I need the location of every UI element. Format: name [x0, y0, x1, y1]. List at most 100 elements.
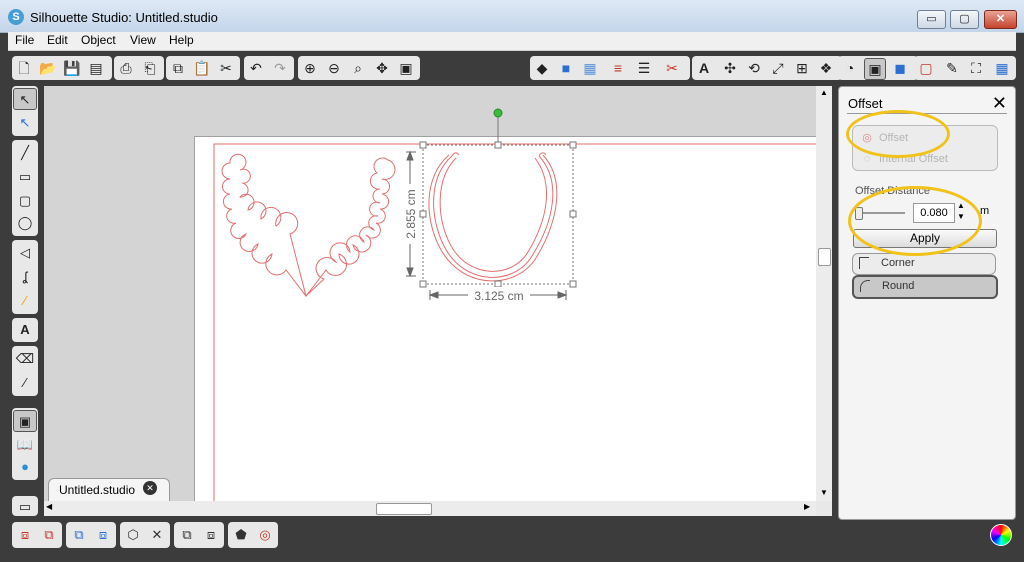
send-backward-icon[interactable]: ⧈: [201, 525, 221, 545]
cut-settings-icon[interactable]: ▢: [916, 58, 936, 78]
library-tool-group: ▣ 📖 ●: [12, 408, 38, 480]
text-tool-icon[interactable]: A: [13, 319, 37, 341]
page-thumbnail-icon[interactable]: ▭: [13, 496, 37, 518]
line-style-icon[interactable]: ≡: [608, 58, 628, 78]
line-tool-icon[interactable]: ╱: [13, 142, 37, 164]
edit-points-icon[interactable]: ↖: [13, 112, 37, 134]
select-arrow-icon[interactable]: ↖: [13, 88, 37, 110]
open-file-icon[interactable]: 📂: [38, 58, 58, 78]
group-icon[interactable]: ⧈: [15, 525, 35, 545]
menu-view[interactable]: View: [127, 33, 159, 47]
send-to-cutter-icon[interactable]: ⎗: [140, 58, 160, 78]
page-thumb-group: ▭: [12, 496, 38, 516]
transform-icon[interactable]: ✣: [720, 58, 740, 78]
erase-tool-group: ⌫ ⁄: [12, 346, 38, 396]
rotate-icon[interactable]: ⟲: [744, 58, 764, 78]
zoom-out-icon[interactable]: ⊖: [324, 58, 344, 78]
document-tab[interactable]: Untitled.studio ✕: [48, 478, 170, 501]
polygon-tool-icon[interactable]: ◁: [13, 242, 37, 264]
window-title: Silhouette Studio: Untitled.studio: [30, 10, 218, 25]
highlight-ellipse-offset: [846, 110, 950, 158]
zoom-in-icon[interactable]: ⊕: [300, 58, 320, 78]
rectangle-tool-icon[interactable]: ▭: [13, 166, 37, 188]
close-tab-icon[interactable]: ✕: [143, 481, 157, 495]
close-button[interactable]: ✕: [984, 10, 1017, 29]
make-compound-icon[interactable]: ⧉: [69, 525, 89, 545]
canvas-area[interactable]: 3.125 cm 2.855 cm Untitled.studio ✕ ▲ ▼ …: [44, 86, 832, 516]
panel-close-icon[interactable]: ✕: [992, 93, 1007, 114]
scroll-up-icon[interactable]: ▲: [820, 88, 828, 97]
line-color-icon[interactable]: ■: [556, 58, 576, 78]
menu-file[interactable]: File: [12, 33, 37, 47]
offset-panel-icon[interactable]: ▣: [864, 58, 886, 80]
paste-icon[interactable]: 📋: [192, 58, 212, 78]
scale-icon[interactable]: ⤢: [768, 58, 788, 78]
design-page-icon[interactable]: ▣: [13, 410, 37, 432]
beaded-heart-shape[interactable]: [221, 153, 396, 297]
replicate-icon[interactable]: ❖: [816, 58, 836, 78]
print-icon[interactable]: ⎙: [116, 58, 136, 78]
fullscreen-icon[interactable]: ⛶: [966, 58, 986, 78]
maximize-button[interactable]: ▢: [950, 10, 979, 29]
text-icon[interactable]: A: [694, 58, 714, 78]
rounded-rectangle-tool-icon[interactable]: ▢: [13, 190, 37, 212]
scroll-down-icon[interactable]: ▼: [820, 488, 828, 497]
delete-icon[interactable]: ✕: [147, 525, 167, 545]
library-icon[interactable]: 📖: [13, 434, 37, 456]
text-style-icon[interactable]: ☰: [634, 58, 654, 78]
knife-icon[interactable]: ✂: [662, 58, 682, 78]
bring-forward-icon[interactable]: ⧉: [177, 525, 197, 545]
design-workspace[interactable]: 3.125 cm 2.855 cm Untitled.studio ✕: [44, 86, 816, 501]
align-icon[interactable]: ⊞: [792, 58, 812, 78]
grid-icon[interactable]: ▦: [992, 58, 1012, 78]
eraser-tool-icon[interactable]: ⌫: [13, 348, 37, 370]
color-wheel-icon[interactable]: [990, 524, 1012, 546]
fill-color-icon[interactable]: ◆: [532, 58, 552, 78]
ungroup-icon[interactable]: ⧉: [39, 525, 59, 545]
scroll-left-icon[interactable]: ◀: [46, 502, 52, 511]
draw-tool-group: ╱ ▭ ▢ ◯: [12, 140, 38, 236]
save-icon[interactable]: 💾: [62, 58, 82, 78]
trace-icon[interactable]: ◼: [890, 58, 910, 78]
copy-icon[interactable]: ⧉: [168, 58, 188, 78]
title-bar[interactable]: S Silhouette Studio: Untitled.studio ▭ ▢…: [0, 0, 1024, 33]
undo-icon[interactable]: ↶: [246, 58, 266, 78]
new-file-icon[interactable]: 🗋: [14, 58, 34, 78]
minimize-button[interactable]: ▭: [917, 10, 946, 29]
freehand-tool-icon[interactable]: ∕: [13, 290, 37, 312]
release-compound-icon[interactable]: ⧈: [93, 525, 113, 545]
rotate-handle[interactable]: [493, 108, 503, 118]
vertical-scroll-thumb[interactable]: [818, 248, 831, 266]
fit-page-icon[interactable]: ▣: [396, 58, 416, 78]
horizontal-scrollbar[interactable]: ◀ ▶: [44, 501, 816, 516]
menu-help[interactable]: Help: [166, 33, 197, 47]
round-button[interactable]: Round: [852, 275, 998, 299]
cut-icon[interactable]: ✂: [216, 58, 236, 78]
horseshoe-shape[interactable]: [428, 152, 558, 282]
cut-border: [213, 143, 816, 501]
bottom-toolbar: ⧈ ⧉ ⧉ ⧈ ⬡ ✕ ⧉ ⧈ ⬟ ◎: [8, 520, 1016, 552]
fill-pattern-icon[interactable]: ▦: [580, 58, 600, 78]
page-setup-icon[interactable]: ◔: [840, 58, 860, 78]
draw-icon[interactable]: ✎: [942, 58, 962, 78]
ellipse-tool-icon[interactable]: ◯: [13, 212, 37, 234]
document-tab-label: Untitled.studio: [59, 483, 136, 497]
round-icon: [860, 280, 870, 292]
scroll-right-icon[interactable]: ▶: [804, 502, 810, 511]
menu-edit[interactable]: Edit: [44, 33, 71, 47]
knife-tool-icon[interactable]: ⁄: [13, 372, 37, 394]
menu-object[interactable]: Object: [78, 33, 119, 47]
offset-icon[interactable]: ◎: [255, 525, 275, 545]
pan-icon[interactable]: ✥: [372, 58, 392, 78]
save-sd-icon[interactable]: ▤: [86, 58, 106, 78]
corner-button[interactable]: Corner: [852, 253, 996, 275]
3d-object-icon[interactable]: ⬡: [123, 525, 143, 545]
horizontal-scroll-thumb[interactable]: [376, 503, 432, 515]
vertical-scrollbar[interactable]: ▲ ▼: [816, 86, 832, 501]
redo-icon[interactable]: ↷: [270, 58, 290, 78]
weld-icon[interactable]: ⬟: [231, 525, 251, 545]
zoom-select-icon[interactable]: ⌕: [348, 58, 368, 78]
curve-tool-icon[interactable]: ʆ: [13, 266, 37, 288]
panel-title: Offset: [848, 96, 883, 111]
store-icon[interactable]: ●: [13, 456, 37, 478]
